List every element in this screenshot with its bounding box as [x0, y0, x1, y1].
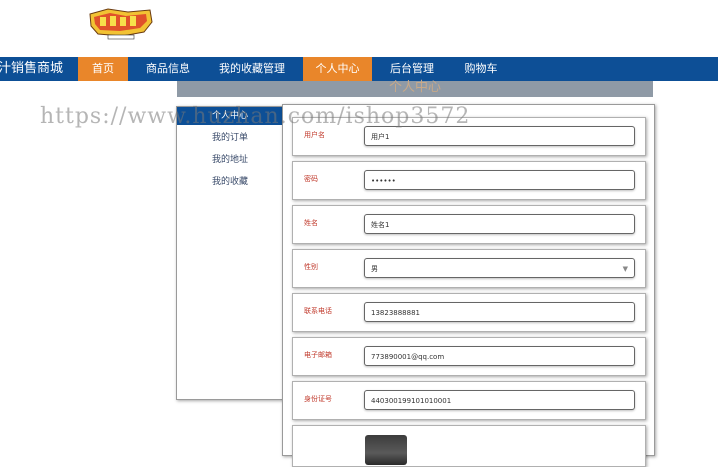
name-input[interactable]: 姓名1	[364, 214, 635, 234]
id-number-input[interactable]: 440300199101010001	[364, 390, 635, 410]
form-row-avatar	[292, 425, 646, 467]
email-input[interactable]: 773890001@qq.com	[364, 346, 635, 366]
gender-label: 性别	[304, 263, 318, 271]
sidebar-menu: 个人中心 我的订单 我的地址 我的收藏	[176, 106, 284, 400]
sidebar-item-personal-center[interactable]: 个人中心	[177, 107, 283, 125]
id-number-label: 身份证号	[304, 395, 332, 403]
name-label: 姓名	[304, 219, 318, 227]
gender-value: 男	[371, 265, 378, 273]
page-banner: 个人中心	[177, 80, 653, 97]
email-label: 电子邮箱	[304, 351, 332, 359]
sidebar-item-my-address[interactable]: 我的地址	[177, 151, 283, 169]
chevron-down-icon[interactable]: ▼	[623, 259, 628, 279]
form-row-gender: 性别 男 ▼	[292, 249, 646, 288]
gender-select[interactable]: 男 ▼	[364, 258, 635, 278]
cartoon-logo-icon[interactable]	[88, 8, 154, 41]
password-label: 密码	[304, 175, 318, 183]
sidebar-item-my-orders[interactable]: 我的订单	[177, 129, 283, 147]
phone-label: 联系电话	[304, 307, 332, 315]
banner-title: 个人中心	[388, 80, 441, 95]
nav-home[interactable]: 首页	[78, 57, 128, 81]
form-row-name: 姓名 姓名1	[292, 205, 646, 244]
username-input[interactable]: 用户1	[364, 126, 635, 146]
sidebar-item-my-favorites[interactable]: 我的收藏	[177, 173, 283, 191]
password-input[interactable]: ••••••	[364, 170, 635, 190]
profile-form: 用户名 用户1 密码 •••••• 姓名 姓名1 性别 男 ▼ 联系电话 138…	[282, 104, 655, 467]
avatar[interactable]	[365, 435, 407, 465]
form-row-username: 用户名 用户1	[292, 117, 646, 156]
phone-input[interactable]: 13823888881	[364, 302, 635, 322]
form-row-id-number: 身份证号 440300199101010001	[292, 381, 646, 420]
form-row-password: 密码 ••••••	[292, 161, 646, 200]
username-label: 用户名	[304, 131, 325, 139]
form-row-phone: 联系电话 13823888881	[292, 293, 646, 332]
site-brand[interactable]: 汁销售商城	[0, 57, 63, 81]
form-row-email: 电子邮箱 773890001@qq.com	[292, 337, 646, 376]
